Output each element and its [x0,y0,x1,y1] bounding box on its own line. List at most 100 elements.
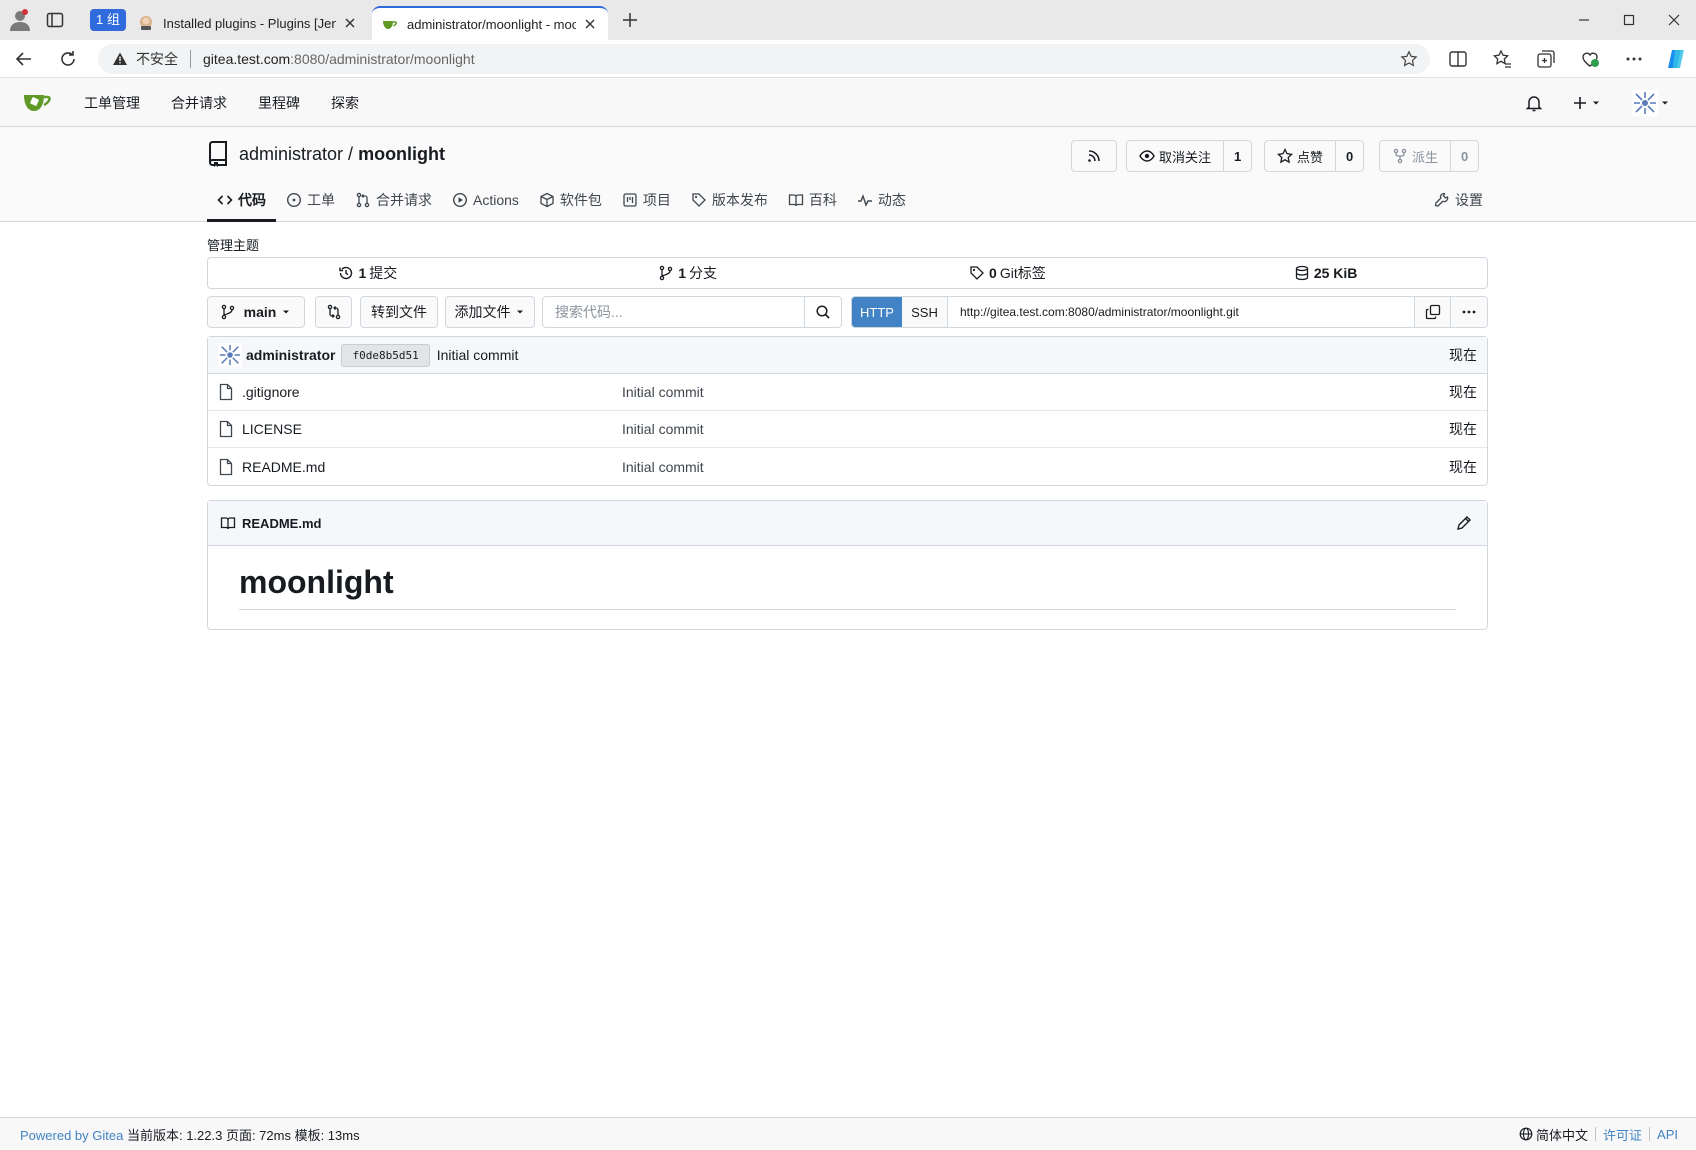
file-commit-message-link[interactable]: Initial commit [622,459,704,475]
powered-by-link[interactable]: Powered by Gitea [20,1128,123,1143]
fork-label-group[interactable]: 派生 [1380,141,1450,171]
pulse-icon [857,192,878,208]
stars-count[interactable]: 0 [1335,141,1363,171]
compare-button[interactable] [315,296,352,328]
tab-activity[interactable]: 动态 [847,177,916,222]
search-input[interactable] [543,297,804,327]
repo-name-link[interactable]: moonlight [358,144,445,165]
reload-icon[interactable] [56,47,80,71]
unwatch-button[interactable]: 取消关注 1 [1126,140,1253,172]
watchers-count[interactable]: 1 [1223,141,1251,171]
file-name-link[interactable]: .gitignore [242,384,622,400]
browser-tab-jenkins[interactable]: Installed plugins - Plugins [Jenkins] [128,6,368,40]
favorites-icon[interactable] [1490,47,1514,71]
tab-releases[interactable]: 版本发布 [681,177,778,222]
gitea-logo-icon[interactable] [22,88,54,118]
add-file-dropdown[interactable]: 添加文件 [445,296,535,328]
more-clone-options-button[interactable] [1450,297,1487,327]
clone-ssh-button[interactable]: SSH [902,297,948,327]
tag-icon [691,192,712,208]
unwatch-label-group[interactable]: 取消关注 [1127,141,1223,171]
tab-group-chip[interactable]: 1 组 [90,9,126,31]
nav-explore[interactable]: 探索 [331,93,359,113]
api-link[interactable]: API [1657,1127,1678,1142]
create-new-dropdown[interactable] [1571,91,1603,115]
commits-stat[interactable]: 1 提交 [208,258,528,288]
license-link[interactable]: 许可证 [1603,1125,1642,1144]
file-commit-message-link[interactable]: Initial commit [622,421,704,437]
tab-packages[interactable]: 软件包 [529,177,612,222]
commit-message-link[interactable]: Initial commit [437,347,519,363]
more-menu-icon[interactable] [1622,47,1646,71]
window-close-icon[interactable] [1662,8,1686,32]
notifications-bell-icon[interactable] [1524,91,1544,115]
close-icon[interactable] [582,16,598,32]
tag-icon [969,265,989,281]
commit-sha-button[interactable]: f0de8b5d51 [341,343,430,367]
size-stat: 25 KiB [1167,258,1487,288]
maximize-icon[interactable] [1617,8,1641,32]
copilot-icon[interactable] [1664,47,1688,71]
star-button[interactable]: 点赞 0 [1264,140,1365,172]
tab-projects[interactable]: 项目 [612,177,681,222]
avatar[interactable] [218,343,242,367]
user-avatar-dropdown[interactable] [1632,90,1672,116]
nav-pull-requests[interactable]: 合并请求 [171,93,227,113]
security-label[interactable]: 不安全 [136,49,178,69]
minimize-icon[interactable] [1572,8,1596,32]
go-to-file-button[interactable]: 转到文件 [360,296,438,328]
profile-icon[interactable] [8,8,32,32]
url-text[interactable]: gitea.test.com:8080/administrator/moonli… [203,51,475,67]
tab-label: 工单 [307,191,335,208]
play-icon [452,192,473,208]
kebab-horizontal-icon [1461,304,1477,320]
clone-url-field[interactable]: http://gitea.test.com:8080/administrator… [948,297,1414,327]
nav-milestones[interactable]: 里程碑 [258,93,300,113]
clone-http-button[interactable]: HTTP [852,297,902,327]
search-button[interactable] [804,297,841,327]
tab-actions[interactable]: Actions [442,177,529,222]
browser-tab-gitea[interactable]: administrator/moonlight - moonlight [372,6,608,40]
browser-essentials-icon[interactable] [1578,47,1602,71]
branch-icon [658,265,678,281]
package-icon [539,192,560,208]
book-icon [220,517,236,530]
branches-count: 1 [678,265,687,281]
pencil-icon[interactable] [1455,514,1473,532]
language-selector[interactable]: 简体中文 [1519,1125,1588,1144]
star-label-group[interactable]: 点赞 [1265,141,1335,171]
code-icon [217,192,238,208]
tab-label: 合并请求 [376,191,432,208]
forks-count[interactable]: 0 [1450,141,1478,171]
close-icon[interactable] [342,15,358,31]
back-icon[interactable] [12,47,36,71]
tab-pull-requests[interactable]: 合并请求 [345,177,442,222]
file-commit-message-link[interactable]: Initial commit [622,384,704,400]
collections-icon[interactable] [1534,47,1558,71]
rss-feed-button[interactable] [1071,140,1117,172]
tags-stat[interactable]: 0 Git标签 [848,258,1168,288]
tab-settings[interactable]: 设置 [1434,177,1483,222]
new-tab-icon[interactable] [620,10,640,30]
tab-code[interactable]: 代码 [207,177,276,222]
readme-filename-link[interactable]: README.md [242,516,321,531]
split-screen-icon[interactable] [1446,47,1470,71]
manage-topics-link[interactable]: 管理主题 [207,235,259,254]
commit-author-link[interactable]: administrator [246,347,335,363]
fork-button[interactable]: 派生 0 [1379,140,1480,172]
address-bar[interactable]: 不安全 gitea.test.com:8080/administrator/mo… [98,44,1430,74]
nav-issues[interactable]: 工单管理 [84,93,140,113]
favorite-star-icon[interactable] [1400,50,1418,68]
branches-stat[interactable]: 1 分支 [528,258,848,288]
file-name-link[interactable]: README.md [242,459,622,475]
copy-url-button[interactable] [1414,297,1450,327]
tab-issues[interactable]: 工单 [276,177,345,222]
file-name-link[interactable]: LICENSE [242,421,622,437]
warning-icon[interactable] [112,51,128,67]
tab-actions-icon[interactable] [46,11,64,29]
repo-owner-link[interactable]: administrator [239,144,343,165]
branch-selector[interactable]: main [207,296,305,328]
tab-wiki[interactable]: 百科 [778,177,847,222]
readme-header: README.md [208,501,1487,546]
footer-divider [1649,1127,1651,1141]
